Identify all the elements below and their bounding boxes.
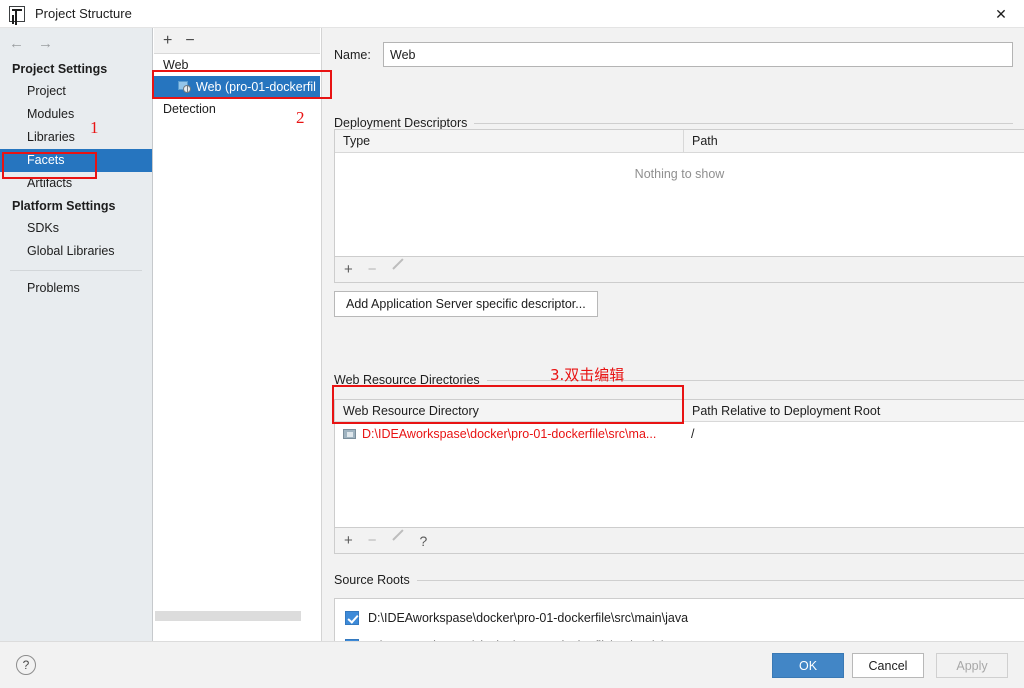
name-input[interactable] xyxy=(383,42,1013,67)
deployment-descriptors-table[interactable]: Type Path Nothing to show xyxy=(334,129,1024,257)
table-header-row: Web Resource Directory Path Relative to … xyxy=(335,400,1024,422)
web-resource-directories-title: Web Resource Directories xyxy=(334,373,480,387)
source-roots-title: Source Roots xyxy=(334,573,410,587)
sidebar-group-platform-settings: Platform Settings xyxy=(12,199,116,213)
facets-tree: Web Web (pro-01-dockerfil Detection xyxy=(154,54,320,624)
table-row[interactable]: D:\IDEAworkspase\docker\pro-01-dockerfil… xyxy=(335,422,1024,446)
deployment-descriptors-toolbar: + − xyxy=(334,257,1024,283)
column-header-type[interactable]: Type xyxy=(335,130,683,152)
sidebar-group-project-settings: Project Settings xyxy=(12,62,108,76)
column-header-path[interactable]: Path xyxy=(683,130,1024,152)
sidebar-item-global-libraries[interactable]: Global Libraries xyxy=(0,240,152,263)
column-header-path-relative[interactable]: Path Relative to Deployment Root xyxy=(683,400,1024,421)
section-rule xyxy=(474,122,1013,124)
sidebar-item-artifacts[interactable]: Artifacts xyxy=(0,172,152,195)
web-resource-directory-value: D:\IDEAworkspase\docker\pro-01-dockerfil… xyxy=(362,427,657,441)
tree-node-web-group[interactable]: Web xyxy=(154,54,320,76)
web-resource-directories-toolbar: + − ? xyxy=(334,528,1024,554)
table-header-row: Type Path xyxy=(335,130,1024,153)
sidebar-item-facets[interactable]: Facets xyxy=(0,149,152,172)
source-roots-section-header: Source Roots xyxy=(334,573,1024,587)
source-root-path: D:\IDEAworkspase\docker\pro-01-dockerfil… xyxy=(368,611,689,625)
add-facet-icon[interactable]: + xyxy=(163,32,172,49)
intellij-idea-icon xyxy=(9,5,25,22)
section-rule xyxy=(416,579,1024,581)
sidebar-item-project[interactable]: Project xyxy=(0,80,152,103)
tree-node-web-facet-label: Web (pro-01-dockerfil xyxy=(196,80,316,94)
sidebar-item-modules[interactable]: Modules xyxy=(0,103,152,126)
edit-pencil-icon xyxy=(392,534,405,547)
empty-state-message: Nothing to show xyxy=(634,167,725,181)
tree-node-web-facet[interactable]: Web (pro-01-dockerfil xyxy=(154,76,320,98)
column-header-web-resource-directory[interactable]: Web Resource Directory xyxy=(335,400,683,421)
close-icon[interactable]: ✕ xyxy=(978,0,1024,28)
dialog-footer: ? OK Cancel Apply xyxy=(0,641,1024,688)
deployment-descriptors-title: Deployment Descriptors xyxy=(334,116,468,130)
remove-facet-icon[interactable]: − xyxy=(185,32,194,49)
cell-path-relative[interactable]: / xyxy=(683,427,1024,441)
add-directory-icon[interactable]: + xyxy=(344,533,353,548)
project-structure-dialog: Project Structure ✕ ← → Project Settings… xyxy=(0,0,1024,688)
tree-horizontal-scrollbar[interactable] xyxy=(155,611,319,621)
help-icon[interactable]: ? xyxy=(420,534,428,548)
facet-settings-panel: Name: Deployment Descriptors Type Path N… xyxy=(321,28,1024,658)
cell-web-resource-directory[interactable]: D:\IDEAworkspase\docker\pro-01-dockerfil… xyxy=(335,427,683,441)
window-title: Project Structure xyxy=(35,6,132,21)
help-button[interactable]: ? xyxy=(16,655,36,675)
name-label: Name: xyxy=(334,47,371,62)
annotation-step-2: 2 xyxy=(296,108,305,127)
remove-descriptor-icon: − xyxy=(367,261,377,278)
facets-tree-toolbar: + − xyxy=(154,28,320,54)
sidebar-item-libraries[interactable]: Libraries xyxy=(0,126,152,149)
sidebar-item-problems[interactable]: Problems xyxy=(0,277,152,300)
list-item[interactable]: D:\IDEAworkspase\docker\pro-01-dockerfil… xyxy=(335,604,1024,632)
web-resource-directories-table[interactable]: Web Resource Directory Path Relative to … xyxy=(334,399,1024,528)
web-facet-icon xyxy=(178,80,191,93)
sidebar-item-sdks[interactable]: SDKs xyxy=(0,217,152,240)
ok-button[interactable]: OK xyxy=(772,653,844,678)
add-app-server-descriptor-button[interactable]: Add Application Server specific descript… xyxy=(334,291,598,317)
title-bar: Project Structure ✕ xyxy=(0,0,1024,28)
deployment-descriptors-section-header: Deployment Descriptors xyxy=(334,116,1013,130)
scrollbar-thumb[interactable] xyxy=(155,611,301,621)
apply-button: Apply xyxy=(936,653,1008,678)
annotation-step-3: 3.双击编辑 xyxy=(550,366,625,384)
forward-arrow-icon[interactable]: → xyxy=(38,36,53,51)
add-descriptor-icon[interactable]: + xyxy=(344,262,353,277)
web-resource-directories-section-header: Web Resource Directories xyxy=(334,373,1024,387)
source-root-checkbox[interactable] xyxy=(345,611,359,625)
sidebar-divider xyxy=(10,270,142,271)
sidebar-navigation: ← → xyxy=(0,28,152,58)
back-arrow-icon[interactable]: ← xyxy=(9,36,24,51)
folder-icon xyxy=(343,428,356,440)
settings-sidebar: ← → Project Settings Project Modules Lib… xyxy=(0,28,153,641)
annotation-step-1: 1 xyxy=(90,118,99,137)
edit-pencil-icon xyxy=(392,263,405,276)
remove-directory-icon: − xyxy=(367,532,377,549)
name-row: Name: xyxy=(334,42,1013,67)
cancel-button[interactable]: Cancel xyxy=(852,653,924,678)
